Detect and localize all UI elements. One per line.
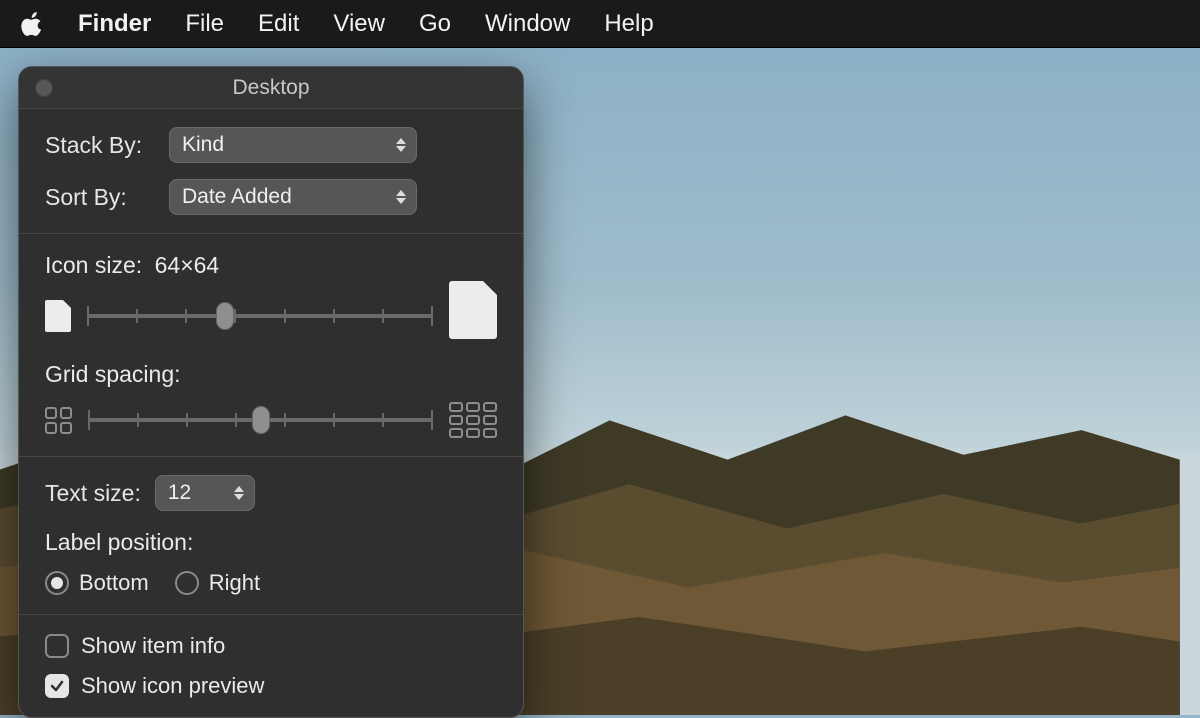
sort-by-select[interactable]: Date Added xyxy=(169,179,417,215)
menu-window[interactable]: Window xyxy=(485,10,570,38)
stack-by-select[interactable]: Kind xyxy=(169,127,417,163)
menubar: Finder File Edit View Go Window Help xyxy=(0,0,1200,48)
text-section: Text size: 12 Label position: Bottom Rig… xyxy=(19,457,523,615)
chevron-up-down-icon xyxy=(234,486,244,500)
text-size-value: 12 xyxy=(168,481,191,505)
icon-section: Icon size: 64×64 Grid spacing: xyxy=(19,234,523,457)
stack-by-label: Stack By: xyxy=(45,132,155,159)
grid-spacing-slider[interactable] xyxy=(88,405,433,435)
show-icon-preview-checkbox[interactable] xyxy=(45,674,69,698)
grid-spacing-label: Grid spacing: xyxy=(45,361,497,388)
grid-small-icon xyxy=(45,407,72,434)
label-position-label: Label position: xyxy=(45,529,497,556)
show-item-info-checkbox[interactable] xyxy=(45,634,69,658)
menu-edit[interactable]: Edit xyxy=(258,10,299,38)
chevron-up-down-icon xyxy=(396,138,406,152)
radio-bottom-label: Bottom xyxy=(79,570,149,596)
chevron-up-down-icon xyxy=(396,190,406,204)
sort-by-value: Date Added xyxy=(182,185,292,209)
file-large-icon xyxy=(449,281,497,339)
icon-size-value: 64×64 xyxy=(155,252,220,278)
menu-file[interactable]: File xyxy=(185,10,224,38)
radio-icon xyxy=(45,571,69,595)
show-icon-preview-label: Show icon preview xyxy=(81,673,264,699)
titlebar: Desktop xyxy=(19,67,523,109)
text-size-select[interactable]: 12 xyxy=(155,475,255,511)
stack-sort-section: Stack By: Kind Sort By: Date Added xyxy=(19,109,523,234)
close-button[interactable] xyxy=(35,79,53,97)
grid-large-icon xyxy=(449,402,497,438)
radio-icon xyxy=(175,571,199,595)
radio-right-label: Right xyxy=(209,570,260,596)
radio-bottom[interactable]: Bottom xyxy=(45,570,149,596)
icon-size-label: Icon size: xyxy=(45,252,142,278)
app-menu[interactable]: Finder xyxy=(78,10,151,38)
radio-right[interactable]: Right xyxy=(175,570,260,596)
options-section: Show item info Show icon preview xyxy=(19,615,523,717)
window-title: Desktop xyxy=(232,76,309,100)
menu-go[interactable]: Go xyxy=(419,10,451,38)
apple-menu-icon[interactable] xyxy=(20,10,44,38)
sort-by-label: Sort By: xyxy=(45,184,155,211)
menu-view[interactable]: View xyxy=(333,10,385,38)
view-options-window: Desktop Stack By: Kind Sort By: Date Add… xyxy=(18,66,524,718)
file-small-icon xyxy=(45,300,71,332)
text-size-label: Text size: xyxy=(45,480,141,507)
icon-size-slider[interactable] xyxy=(87,301,433,331)
menu-help[interactable]: Help xyxy=(604,10,653,38)
stack-by-value: Kind xyxy=(182,133,224,157)
show-item-info-label: Show item info xyxy=(81,633,225,659)
